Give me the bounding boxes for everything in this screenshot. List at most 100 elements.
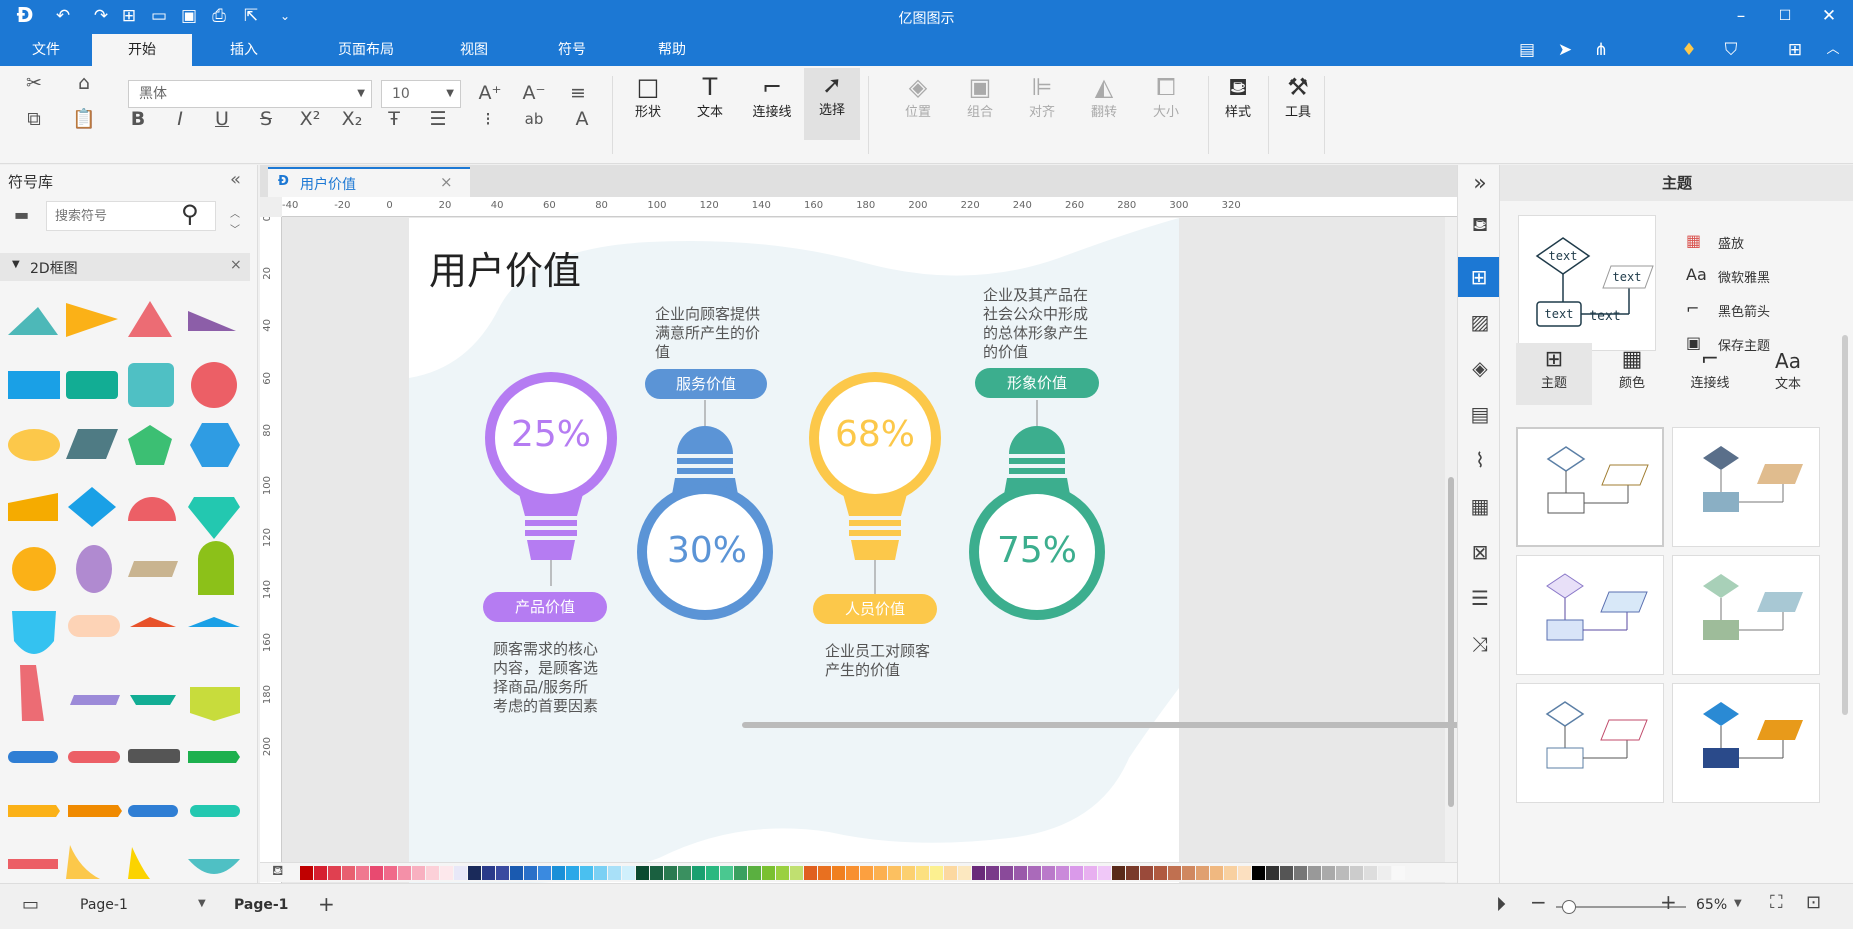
tab-color[interactable]: ▦ 颜色 — [1594, 343, 1670, 405]
theme-card[interactable] — [1516, 555, 1664, 675]
color-swatch[interactable] — [692, 866, 705, 880]
shrink-font-icon[interactable]: A⁻ — [520, 80, 548, 106]
color-swatch[interactable] — [636, 866, 649, 880]
color-swatch[interactable] — [1014, 866, 1027, 880]
theme-card[interactable] — [1672, 683, 1820, 803]
color-swatch[interactable] — [1294, 866, 1307, 880]
color-swatch[interactable] — [1028, 866, 1041, 880]
align-text-icon[interactable]: ≡ — [564, 80, 592, 106]
color-swatch[interactable] — [608, 866, 621, 880]
copy-icon[interactable]: ⧉ — [20, 106, 48, 132]
bulb-product[interactable] — [473, 368, 629, 598]
color-swatch[interactable] — [762, 866, 775, 880]
color-swatch[interactable] — [986, 866, 999, 880]
color-swatch[interactable] — [1070, 866, 1083, 880]
line-spacing-icon[interactable]: ☰ — [424, 106, 452, 132]
color-swatch[interactable] — [370, 866, 383, 880]
layers-icon[interactable]: ◈ — [1467, 355, 1493, 381]
color-swatch[interactable] — [1112, 866, 1125, 880]
color-swatch[interactable] — [454, 866, 467, 880]
text-button[interactable]: T 文本 — [682, 70, 738, 122]
underline-icon[interactable]: U — [208, 106, 236, 132]
menu-home[interactable]: 开始 — [92, 34, 192, 66]
font-family-select[interactable]: 黑体 ▼ — [128, 80, 372, 108]
cut-icon[interactable]: ✂ — [20, 70, 48, 96]
theme-card[interactable] — [1672, 555, 1820, 675]
collapse-left-icon[interactable]: « — [230, 169, 241, 190]
org-icon[interactable]: ⊠ — [1467, 539, 1493, 565]
color-swatch[interactable] — [1224, 866, 1237, 880]
search-input[interactable] — [55, 203, 175, 229]
color-swatch[interactable] — [1182, 866, 1195, 880]
color-swatch[interactable] — [1308, 866, 1321, 880]
select-button[interactable]: ➚ 选择 — [804, 68, 860, 140]
size-button[interactable]: ⧠ 大小 — [1138, 70, 1194, 122]
label-people[interactable]: 人员价值 — [813, 594, 937, 624]
font-color-icon[interactable]: A — [568, 106, 596, 132]
tab-text[interactable]: Aa 文本 — [1750, 343, 1826, 405]
tab-connector[interactable]: ⌐ 连接线 — [1672, 343, 1748, 405]
fullscreen-icon[interactable]: ⊡ — [1806, 892, 1821, 913]
fill-icon[interactable]: ⛾ — [1467, 211, 1493, 237]
expand-panel-icon[interactable]: » — [1467, 171, 1493, 197]
page-select[interactable]: Page-1 — [80, 897, 128, 913]
palette-swatches[interactable] — [300, 866, 1440, 880]
chart-icon[interactable]: ⌇ — [1467, 447, 1493, 473]
color-swatch[interactable] — [1336, 866, 1349, 880]
color-swatch[interactable] — [1280, 866, 1293, 880]
subscript-icon[interactable]: X₂ — [338, 106, 366, 132]
panel-scrollbar[interactable] — [1842, 335, 1848, 715]
zoom-slider-thumb[interactable] — [1562, 900, 1576, 914]
label-product[interactable]: 产品价值 — [483, 592, 607, 622]
category-header[interactable]: ▼ 2D框图 × — [0, 253, 250, 281]
label-service[interactable]: 服务价值 — [645, 369, 767, 399]
color-swatch[interactable] — [398, 866, 411, 880]
option-arrow[interactable]: 黑色箭头 — [1718, 301, 1770, 320]
color-swatch[interactable] — [748, 866, 761, 880]
menu-insert[interactable]: 插入 — [206, 34, 282, 66]
canvas-page[interactable]: 用户价值 25% 产品价值 30% 服务价值 68% 人员价值 75% 形象价值… — [409, 218, 1179, 883]
color-swatch[interactable] — [860, 866, 873, 880]
image-icon[interactable]: ▨ — [1467, 309, 1493, 335]
text-format-icon[interactable]: Ŧ — [380, 106, 408, 132]
document-tab[interactable]: Ð 用户价值 × — [268, 167, 470, 197]
color-swatch[interactable] — [916, 866, 929, 880]
zoom-in-icon[interactable]: + — [1660, 890, 1677, 914]
color-swatch[interactable] — [1196, 866, 1209, 880]
color-swatch[interactable] — [1084, 866, 1097, 880]
comment-icon[interactable]: ▤ — [1516, 40, 1538, 60]
connector-button[interactable]: ⌐ 连接线 — [744, 70, 800, 122]
color-swatch[interactable] — [1266, 866, 1279, 880]
color-swatch[interactable] — [566, 866, 579, 880]
color-swatch[interactable] — [1126, 866, 1139, 880]
color-swatch[interactable] — [958, 866, 971, 880]
vip-icon[interactable]: ♦ — [1678, 40, 1700, 60]
color-swatch[interactable] — [622, 866, 635, 880]
color-swatch[interactable] — [314, 866, 327, 880]
menu-view[interactable]: 视图 — [438, 34, 510, 66]
color-swatch[interactable] — [776, 866, 789, 880]
text-case-icon[interactable]: ab — [520, 106, 548, 132]
shape-gallery[interactable] — [0, 285, 250, 881]
tab-theme[interactable]: ⊞ 主题 — [1516, 343, 1592, 405]
desc-product[interactable]: 顾客需求的核心 内容，是顾客选 择商品/服务所 考虑的首要因素 — [493, 640, 613, 716]
vertical-scrollbar[interactable] — [1445, 217, 1457, 883]
color-swatch[interactable] — [972, 866, 985, 880]
color-swatch[interactable] — [300, 866, 313, 880]
theme-card[interactable] — [1516, 683, 1664, 803]
bulb-people[interactable] — [803, 368, 947, 608]
color-swatch[interactable] — [1364, 866, 1377, 880]
page-panel-icon[interactable]: ▭ — [22, 894, 39, 915]
color-swatch[interactable] — [1322, 866, 1335, 880]
page-icon[interactable]: ▤ — [1467, 401, 1493, 427]
tools-button[interactable]: ⚒ 工具 — [1270, 70, 1326, 122]
shuffle-icon[interactable]: ⤨ — [1467, 631, 1493, 657]
color-swatch[interactable] — [356, 866, 369, 880]
send-icon[interactable]: ➤ — [1554, 40, 1576, 60]
menu-file[interactable]: 文件 — [12, 34, 80, 66]
desc-image[interactable]: 企业及其产品在 社会公众中形成 的总体形象产生 的价值 — [983, 286, 1103, 362]
color-swatch[interactable] — [720, 866, 733, 880]
superscript-icon[interactable]: X² — [296, 106, 324, 132]
group-button[interactable]: ▣ 组合 — [952, 70, 1008, 122]
library-menu-icon[interactable]: ▬ — [14, 205, 29, 224]
